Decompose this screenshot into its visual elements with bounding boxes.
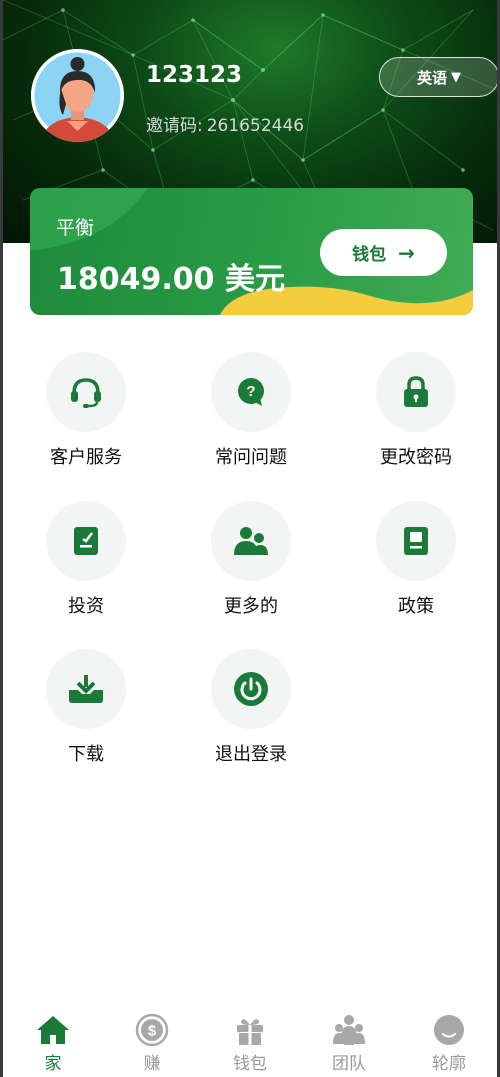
caret-down-icon: ▼ bbox=[451, 69, 461, 85]
team-icon bbox=[309, 1012, 389, 1048]
wallet-button[interactable]: 钱包 → bbox=[320, 229, 447, 276]
lock-icon bbox=[376, 352, 456, 432]
wallet-button-label: 钱包 bbox=[352, 245, 387, 265]
profile-page: 123123 邀请码: 261652446 英语 ▼ 平衡 18049.00 美元… bbox=[3, 0, 497, 1077]
avatar bbox=[31, 49, 124, 142]
menu-item-logout[interactable]: 退出登录 bbox=[186, 649, 316, 766]
dollar-coin-icon: $ bbox=[112, 1012, 192, 1048]
menu-item-label: 下载 bbox=[68, 744, 104, 765]
username: 123123 bbox=[146, 62, 243, 88]
tab-label: 钱包 bbox=[233, 1054, 267, 1074]
svg-text:?: ? bbox=[246, 383, 255, 400]
profile-icon bbox=[409, 1012, 489, 1048]
menu-item-invest[interactable]: 投资 bbox=[21, 501, 151, 618]
tab-label: 团队 bbox=[332, 1054, 366, 1074]
menu-item-label: 政策 bbox=[398, 596, 434, 617]
bottom-tab-bar: 家 $ 赚 钱包 团队 轮廓 bbox=[3, 1004, 497, 1077]
home-icon bbox=[13, 1012, 93, 1048]
tab-wallet[interactable]: 钱包 bbox=[210, 1012, 290, 1074]
balance-card: 平衡 18049.00 美元 钱包 → bbox=[30, 188, 473, 315]
menu-item-policy[interactable]: 政策 bbox=[351, 501, 481, 618]
headset-icon bbox=[46, 352, 126, 432]
menu-item-label: 更多的 bbox=[224, 596, 278, 617]
balance-amount: 18049.00 美元 bbox=[57, 262, 285, 297]
tab-home[interactable]: 家 bbox=[13, 1012, 93, 1074]
svg-text:$: $ bbox=[148, 1023, 157, 1040]
clipboard-edit-icon bbox=[46, 501, 126, 581]
menu-item-label: 退出登录 bbox=[215, 744, 287, 765]
tab-label: 轮廓 bbox=[432, 1054, 466, 1074]
tab-label: 赚 bbox=[143, 1054, 161, 1074]
arrow-right-icon: → bbox=[398, 240, 415, 265]
invite-code-label: 邀请码: bbox=[146, 116, 203, 136]
menu-item-label: 客户服务 bbox=[50, 447, 122, 468]
menu-item-download[interactable]: 下载 bbox=[21, 649, 151, 766]
tab-label: 家 bbox=[44, 1054, 62, 1074]
document-icon bbox=[376, 501, 456, 581]
gift-icon bbox=[210, 1012, 290, 1048]
language-button[interactable]: 英语 ▼ bbox=[379, 57, 497, 97]
menu-item-label: 更改密码 bbox=[380, 447, 452, 468]
download-icon bbox=[46, 649, 126, 729]
language-label: 英语 bbox=[416, 68, 447, 87]
tab-team[interactable]: 团队 bbox=[309, 1012, 389, 1074]
menu-item-label: 常问问题 bbox=[215, 447, 287, 468]
power-icon bbox=[211, 649, 291, 729]
menu-item-customer-service[interactable]: 客户服务 bbox=[21, 352, 151, 469]
invite-code-row: 邀请码: 261652446 bbox=[146, 111, 308, 136]
invite-code-value: 261652446 bbox=[206, 116, 305, 136]
question-bubble-icon: ? bbox=[211, 352, 291, 432]
users-icon bbox=[211, 501, 291, 581]
tab-profile[interactable]: 轮廓 bbox=[409, 1012, 489, 1074]
menu-item-faq[interactable]: ? 常问问题 bbox=[186, 352, 316, 469]
menu-item-label: 投资 bbox=[68, 596, 104, 617]
menu-item-more[interactable]: 更多的 bbox=[186, 501, 316, 618]
menu-item-change-password[interactable]: 更改密码 bbox=[351, 352, 481, 469]
tab-earn[interactable]: $ 赚 bbox=[112, 1012, 192, 1074]
balance-label: 平衡 bbox=[56, 217, 95, 239]
